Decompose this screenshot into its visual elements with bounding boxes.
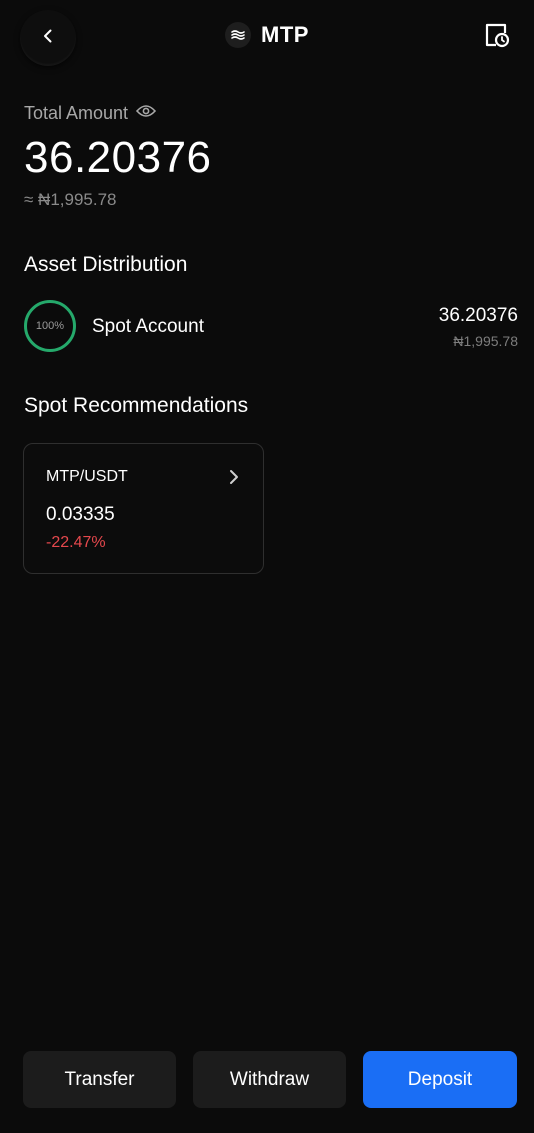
trading-pair: MTP/USDT xyxy=(46,468,128,485)
asset-fiat: ₦1,995.78 xyxy=(453,333,518,349)
document-clock-icon xyxy=(483,21,511,54)
withdraw-button[interactable]: Withdraw xyxy=(193,1051,346,1108)
total-amount-value: 36.20376 xyxy=(24,133,212,182)
coin-name: MTP xyxy=(261,22,309,47)
distribution-percent: 100% xyxy=(35,320,65,332)
asset-amount: 36.20376 xyxy=(438,305,518,326)
asset-name: Spot Account xyxy=(92,316,204,337)
coin-title: MTP xyxy=(0,22,534,48)
pair-price: 0.03335 xyxy=(46,504,115,525)
history-button[interactable] xyxy=(482,22,512,52)
total-amount-label: Total Amount xyxy=(24,103,129,123)
asset-distribution-title: Asset Distribution xyxy=(24,253,188,276)
asset-row-spot-account[interactable]: 100% Spot Account 36.20376 ₦1,995.78 xyxy=(24,300,518,354)
distribution-ring: 100% xyxy=(24,300,76,352)
transfer-button[interactable]: Transfer xyxy=(23,1051,176,1108)
layers-icon xyxy=(225,22,252,48)
deposit-button[interactable]: Deposit xyxy=(363,1051,517,1108)
top-navigation-bar: MTP xyxy=(0,0,534,76)
total-amount-label-row: Total Amount xyxy=(24,103,157,124)
total-amount-fiat: ≈ ₦1,995.78 xyxy=(24,190,117,209)
bottom-action-bar: Transfer Withdraw Deposit xyxy=(0,1030,534,1133)
pair-change: -22.47% xyxy=(46,534,106,551)
spot-recommendations-title: Spot Recommendations xyxy=(24,394,249,417)
recommendation-card[interactable]: MTP/USDT 0.03335 -22.47% xyxy=(23,443,264,574)
eye-icon[interactable] xyxy=(135,104,157,123)
chevron-right-icon xyxy=(227,468,241,486)
